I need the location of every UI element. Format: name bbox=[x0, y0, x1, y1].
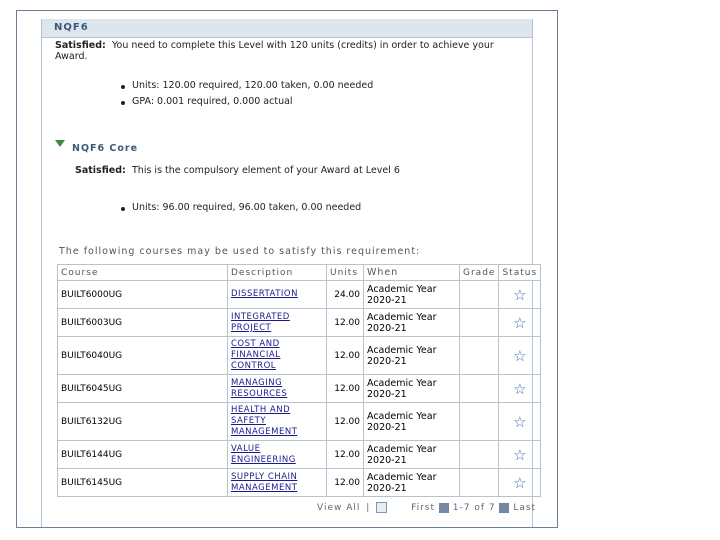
section-title: NQF6 bbox=[54, 22, 89, 33]
course-description-link[interactable]: INTEGRATED PROJECT bbox=[231, 312, 290, 333]
subsection-bullet-units: Units: 96.00 required, 96.00 taken, 0.00… bbox=[132, 202, 362, 213]
course-when-line1: Academic Year bbox=[367, 410, 437, 422]
section-status-label: Satisfied: bbox=[55, 40, 106, 51]
table-row: BUILT6144UG VALUE ENGINEERING 12.00 Acad… bbox=[57, 440, 542, 469]
course-description-link[interactable]: SUPPLY CHAIN MANAGEMENT bbox=[231, 472, 297, 493]
header-units[interactable]: Units bbox=[326, 264, 364, 281]
header-when[interactable]: When bbox=[363, 264, 460, 281]
course-grade bbox=[458, 308, 500, 337]
table-row: BUILT6000UG DISSERTATION 24.00 Academic … bbox=[57, 280, 542, 309]
course-when-line2: 2020-21 bbox=[367, 421, 407, 433]
bullet-dot bbox=[121, 207, 125, 211]
course-code: BUILT6000UG bbox=[57, 280, 228, 309]
course-code: BUILT6132UG bbox=[57, 402, 228, 441]
course-units: 12.00 bbox=[326, 440, 364, 469]
previous-page-icon[interactable] bbox=[438, 502, 449, 513]
course-when-line1: Academic Year bbox=[367, 443, 437, 455]
subsection-status-label: Satisfied: bbox=[75, 165, 126, 176]
course-when-line1: Academic Year bbox=[367, 344, 437, 356]
course-description-link[interactable]: DISSERTATION bbox=[231, 289, 298, 299]
last-link[interactable]: Last bbox=[513, 503, 536, 513]
star-icon: ☆ bbox=[513, 285, 527, 304]
subsection-message: This is the compulsory element of your A… bbox=[132, 165, 400, 176]
star-icon: ☆ bbox=[513, 346, 527, 365]
course-description-link[interactable]: COST AND FINANCIAL CONTROL bbox=[231, 339, 280, 371]
table-footer: View All | First 1-7 of 7 Last bbox=[317, 502, 537, 513]
course-code: BUILT6145UG bbox=[57, 468, 228, 497]
course-units: 12.00 bbox=[326, 402, 364, 441]
course-units: 24.00 bbox=[326, 280, 364, 309]
star-icon: ☆ bbox=[513, 473, 527, 492]
course-code: BUILT6144UG bbox=[57, 440, 228, 469]
collapse-triangle-icon[interactable] bbox=[55, 140, 65, 147]
popout-icon[interactable] bbox=[376, 502, 388, 513]
course-when-line2: 2020-21 bbox=[367, 388, 407, 400]
course-when-line2: 2020-21 bbox=[367, 482, 407, 494]
bullet-dot bbox=[121, 85, 125, 89]
course-when-line1: Academic Year bbox=[367, 377, 437, 389]
course-when-line2: 2020-21 bbox=[367, 322, 407, 334]
course-when-line2: 2020-21 bbox=[367, 454, 407, 466]
course-description-link[interactable]: HEALTH AND SAFETY MANAGEMENT bbox=[231, 405, 297, 437]
section-bullet-gpa: GPA: 0.001 required, 0.000 actual bbox=[132, 96, 293, 107]
course-code: BUILT6003UG bbox=[57, 308, 228, 337]
course-when-line1: Academic Year bbox=[367, 283, 437, 295]
course-grade bbox=[458, 468, 500, 497]
first-link[interactable]: First bbox=[411, 503, 435, 513]
section-message-line2: Award. bbox=[55, 51, 88, 62]
header-status[interactable]: Status bbox=[498, 264, 542, 281]
course-when-line1: Academic Year bbox=[367, 311, 437, 323]
course-code: BUILT6040UG bbox=[57, 336, 228, 375]
star-icon: ☆ bbox=[513, 379, 527, 398]
courses-intro: The following courses may be used to sat… bbox=[59, 246, 421, 257]
header-description[interactable]: Description bbox=[227, 264, 327, 281]
header-grade[interactable]: Grade bbox=[458, 264, 500, 281]
courses-table: Course Description Units When Grade Stat… bbox=[57, 264, 542, 497]
course-description-link[interactable]: VALUE ENGINEERING bbox=[231, 444, 296, 465]
course-units: 12.00 bbox=[326, 374, 364, 403]
panel-left-border bbox=[41, 19, 42, 527]
star-icon: ☆ bbox=[513, 412, 527, 431]
course-units: 12.00 bbox=[326, 468, 364, 497]
section-header: NQF6 bbox=[42, 19, 532, 38]
course-when-line2: 2020-21 bbox=[367, 355, 407, 367]
course-grade bbox=[458, 402, 500, 441]
view-all-link[interactable]: View All bbox=[317, 503, 360, 513]
course-code: BUILT6045UG bbox=[57, 374, 228, 403]
table-row: BUILT6145UG SUPPLY CHAIN MANAGEMENT 12.0… bbox=[57, 468, 542, 497]
course-grade bbox=[458, 440, 500, 469]
table-header-row: Course Description Units When Grade Stat… bbox=[57, 264, 542, 281]
star-icon: ☆ bbox=[513, 445, 527, 464]
bullet-dot bbox=[121, 101, 125, 105]
course-description-link[interactable]: MANAGING RESOURCES bbox=[231, 378, 287, 399]
subsection-title: NQF6 Core bbox=[72, 143, 139, 154]
course-grade bbox=[458, 374, 500, 403]
table-row: BUILT6040UG COST AND FINANCIAL CONTROL 1… bbox=[57, 336, 542, 375]
course-grade bbox=[458, 336, 500, 375]
section-bullet-units: Units: 120.00 required, 120.00 taken, 0.… bbox=[132, 80, 374, 91]
course-units: 12.00 bbox=[326, 336, 364, 375]
table-row: BUILT6045UG MANAGING RESOURCES 12.00 Aca… bbox=[57, 374, 542, 403]
section-message-line1: You need to complete this Level with 120… bbox=[112, 40, 494, 51]
course-when-line2: 2020-21 bbox=[367, 294, 407, 306]
page-range: 1-7 of 7 bbox=[452, 503, 496, 513]
course-when-line1: Academic Year bbox=[367, 471, 437, 483]
table-row: BUILT6003UG INTEGRATED PROJECT 12.00 Aca… bbox=[57, 308, 542, 337]
requirements-panel: NQF6 Satisfied: You need to complete thi… bbox=[16, 10, 558, 528]
star-icon: ☆ bbox=[513, 313, 527, 332]
header-course[interactable]: Course bbox=[57, 264, 228, 281]
course-grade bbox=[458, 280, 500, 309]
next-page-icon[interactable] bbox=[499, 502, 510, 513]
table-row: BUILT6132UG HEALTH AND SAFETY MANAGEMENT… bbox=[57, 402, 542, 441]
course-units: 12.00 bbox=[326, 308, 364, 337]
